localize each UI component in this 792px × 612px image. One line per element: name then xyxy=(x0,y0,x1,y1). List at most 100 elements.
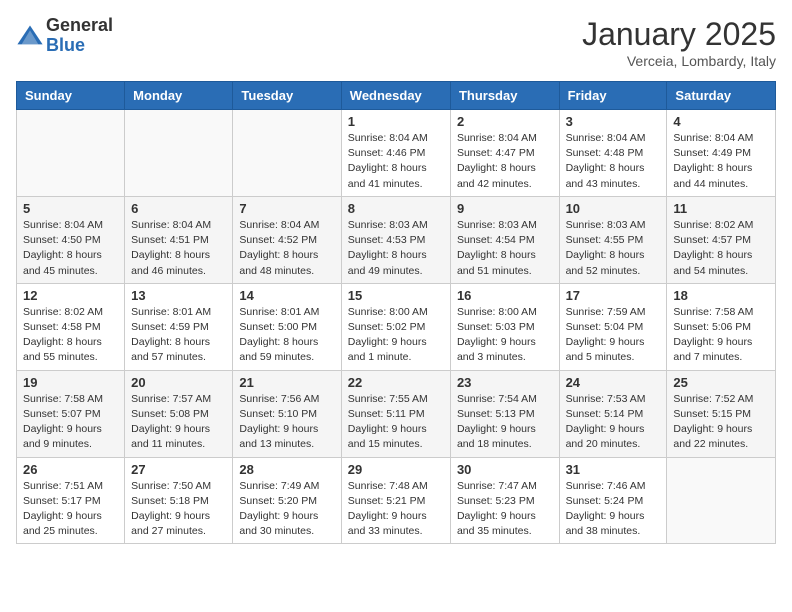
calendar-cell: 30 Sunrise: 7:47 AM Sunset: 5:23 PM Dayli… xyxy=(450,457,559,544)
week-row-1: 1Sunrise: 8:04 AM Sunset: 4:46 PM Daylig… xyxy=(17,110,776,197)
calendar-cell: 16 Sunrise: 8:00 AM Sunset: 5:03 PM Dayli… xyxy=(450,283,559,370)
calendar-header: SundayMondayTuesdayWednesdayThursdayFrid… xyxy=(17,82,776,110)
calendar-cell xyxy=(125,110,233,197)
day-number: 18 xyxy=(673,288,769,303)
calendar-table: SundayMondayTuesdayWednesdayThursdayFrid… xyxy=(16,81,776,544)
weekday-header-sunday: Sunday xyxy=(17,82,125,110)
day-info: Sunrise: 8:01 AM Sunset: 5:00 PM Dayligh… xyxy=(239,305,334,366)
logo-icon xyxy=(16,22,44,50)
week-row-3: 12 Sunrise: 8:02 AM Sunset: 4:58 PM Dayli… xyxy=(17,283,776,370)
calendar-cell: 20 Sunrise: 7:57 AM Sunset: 5:08 PM Dayli… xyxy=(125,370,233,457)
day-info: Sunrise: 8:04 AM Sunset: 4:50 PM Dayligh… xyxy=(23,218,118,279)
weekday-header-thursday: Thursday xyxy=(450,82,559,110)
calendar-cell xyxy=(17,110,125,197)
calendar-cell: 3Sunrise: 8:04 AM Sunset: 4:48 PM Daylig… xyxy=(559,110,667,197)
day-info: Sunrise: 8:04 AM Sunset: 4:49 PM Dayligh… xyxy=(673,131,769,192)
day-number: 12 xyxy=(23,288,118,303)
weekday-header-saturday: Saturday xyxy=(667,82,776,110)
day-number: 28 xyxy=(239,462,334,477)
day-number: 13 xyxy=(131,288,226,303)
weekday-header-friday: Friday xyxy=(559,82,667,110)
day-info: Sunrise: 7:47 AM Sunset: 5:23 PM Dayligh… xyxy=(457,479,553,540)
logo-general-text: General xyxy=(46,16,113,36)
day-number: 4 xyxy=(673,114,769,129)
calendar-cell: 7Sunrise: 8:04 AM Sunset: 4:52 PM Daylig… xyxy=(233,196,341,283)
calendar-cell: 19 Sunrise: 7:58 AM Sunset: 5:07 PM Dayli… xyxy=(17,370,125,457)
day-info: Sunrise: 7:49 AM Sunset: 5:20 PM Dayligh… xyxy=(239,479,334,540)
day-info: Sunrise: 8:01 AM Sunset: 4:59 PM Dayligh… xyxy=(131,305,226,366)
day-number: 1 xyxy=(348,114,444,129)
day-info: Sunrise: 7:48 AM Sunset: 5:21 PM Dayligh… xyxy=(348,479,444,540)
weekday-header-tuesday: Tuesday xyxy=(233,82,341,110)
day-info: Sunrise: 7:55 AM Sunset: 5:11 PM Dayligh… xyxy=(348,392,444,453)
week-row-2: 5Sunrise: 8:04 AM Sunset: 4:50 PM Daylig… xyxy=(17,196,776,283)
calendar-cell xyxy=(667,457,776,544)
day-number: 22 xyxy=(348,375,444,390)
day-number: 27 xyxy=(131,462,226,477)
calendar-cell: 2 Sunrise: 8:04 AM Sunset: 4:47 PM Daylig… xyxy=(450,110,559,197)
calendar-cell: 11 Sunrise: 8:02 AM Sunset: 4:57 PM Dayli… xyxy=(667,196,776,283)
calendar-cell: 25Sunrise: 7:52 AM Sunset: 5:15 PM Dayli… xyxy=(667,370,776,457)
day-info: Sunrise: 7:56 AM Sunset: 5:10 PM Dayligh… xyxy=(239,392,334,453)
calendar-body: 1Sunrise: 8:04 AM Sunset: 4:46 PM Daylig… xyxy=(17,110,776,544)
calendar-cell xyxy=(233,110,341,197)
weekday-row: SundayMondayTuesdayWednesdayThursdayFrid… xyxy=(17,82,776,110)
day-info: Sunrise: 8:04 AM Sunset: 4:48 PM Dayligh… xyxy=(566,131,661,192)
day-info: Sunrise: 7:58 AM Sunset: 5:06 PM Dayligh… xyxy=(673,305,769,366)
day-info: Sunrise: 8:02 AM Sunset: 4:58 PM Dayligh… xyxy=(23,305,118,366)
calendar-cell: 8Sunrise: 8:03 AM Sunset: 4:53 PM Daylig… xyxy=(341,196,450,283)
day-info: Sunrise: 8:00 AM Sunset: 5:02 PM Dayligh… xyxy=(348,305,444,366)
day-number: 26 xyxy=(23,462,118,477)
calendar-cell: 4 Sunrise: 8:04 AM Sunset: 4:49 PM Daylig… xyxy=(667,110,776,197)
day-info: Sunrise: 8:02 AM Sunset: 4:57 PM Dayligh… xyxy=(673,218,769,279)
day-number: 30 xyxy=(457,462,553,477)
day-number: 2 xyxy=(457,114,553,129)
calendar-cell: 12 Sunrise: 8:02 AM Sunset: 4:58 PM Dayli… xyxy=(17,283,125,370)
day-number: 24 xyxy=(566,375,661,390)
title-block: January 2025 Verceia, Lombardy, Italy xyxy=(582,16,776,69)
calendar-cell: 21 Sunrise: 7:56 AM Sunset: 5:10 PM Dayli… xyxy=(233,370,341,457)
day-number: 6 xyxy=(131,201,226,216)
day-info: Sunrise: 7:51 AM Sunset: 5:17 PM Dayligh… xyxy=(23,479,118,540)
weekday-header-monday: Monday xyxy=(125,82,233,110)
day-info: Sunrise: 8:03 AM Sunset: 4:55 PM Dayligh… xyxy=(566,218,661,279)
day-info: Sunrise: 8:04 AM Sunset: 4:47 PM Dayligh… xyxy=(457,131,553,192)
calendar-cell: 17Sunrise: 7:59 AM Sunset: 5:04 PM Dayli… xyxy=(559,283,667,370)
calendar-cell: 9 Sunrise: 8:03 AM Sunset: 4:54 PM Daylig… xyxy=(450,196,559,283)
day-number: 14 xyxy=(239,288,334,303)
day-info: Sunrise: 8:03 AM Sunset: 4:54 PM Dayligh… xyxy=(457,218,553,279)
calendar-cell: 27Sunrise: 7:50 AM Sunset: 5:18 PM Dayli… xyxy=(125,457,233,544)
day-info: Sunrise: 7:54 AM Sunset: 5:13 PM Dayligh… xyxy=(457,392,553,453)
day-number: 20 xyxy=(131,375,226,390)
month-title: January 2025 xyxy=(582,16,776,53)
day-info: Sunrise: 8:00 AM Sunset: 5:03 PM Dayligh… xyxy=(457,305,553,366)
day-number: 23 xyxy=(457,375,553,390)
day-number: 17 xyxy=(566,288,661,303)
day-number: 25 xyxy=(673,375,769,390)
calendar-cell: 13 Sunrise: 8:01 AM Sunset: 4:59 PM Dayli… xyxy=(125,283,233,370)
day-number: 16 xyxy=(457,288,553,303)
day-number: 10 xyxy=(566,201,661,216)
day-info: Sunrise: 7:57 AM Sunset: 5:08 PM Dayligh… xyxy=(131,392,226,453)
day-info: Sunrise: 8:04 AM Sunset: 4:51 PM Dayligh… xyxy=(131,218,226,279)
day-number: 19 xyxy=(23,375,118,390)
calendar-cell: 26 Sunrise: 7:51 AM Sunset: 5:17 PM Dayli… xyxy=(17,457,125,544)
page-header: General Blue January 2025 Verceia, Lomba… xyxy=(16,16,776,69)
day-number: 29 xyxy=(348,462,444,477)
calendar-cell: 23 Sunrise: 7:54 AM Sunset: 5:13 PM Dayli… xyxy=(450,370,559,457)
location: Verceia, Lombardy, Italy xyxy=(582,53,776,69)
calendar-cell: 29 Sunrise: 7:48 AM Sunset: 5:21 PM Dayli… xyxy=(341,457,450,544)
day-info: Sunrise: 8:03 AM Sunset: 4:53 PM Dayligh… xyxy=(348,218,444,279)
day-info: Sunrise: 7:58 AM Sunset: 5:07 PM Dayligh… xyxy=(23,392,118,453)
day-info: Sunrise: 7:46 AM Sunset: 5:24 PM Dayligh… xyxy=(566,479,661,540)
day-info: Sunrise: 7:53 AM Sunset: 5:14 PM Dayligh… xyxy=(566,392,661,453)
day-number: 21 xyxy=(239,375,334,390)
day-number: 9 xyxy=(457,201,553,216)
week-row-5: 26 Sunrise: 7:51 AM Sunset: 5:17 PM Dayli… xyxy=(17,457,776,544)
calendar-cell: 31Sunrise: 7:46 AM Sunset: 5:24 PM Dayli… xyxy=(559,457,667,544)
calendar-cell: 10 Sunrise: 8:03 AM Sunset: 4:55 PM Dayli… xyxy=(559,196,667,283)
calendar-cell: 28 Sunrise: 7:49 AM Sunset: 5:20 PM Dayli… xyxy=(233,457,341,544)
calendar-cell: 1Sunrise: 8:04 AM Sunset: 4:46 PM Daylig… xyxy=(341,110,450,197)
day-number: 11 xyxy=(673,201,769,216)
day-number: 7 xyxy=(239,201,334,216)
